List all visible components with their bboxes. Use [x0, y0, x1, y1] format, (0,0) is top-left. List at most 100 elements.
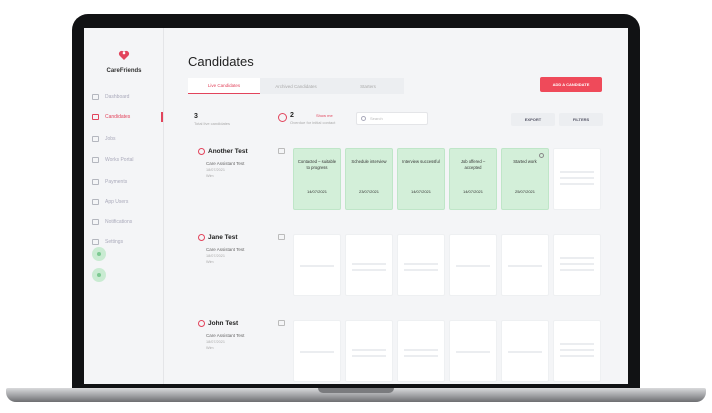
portal-icon [92, 157, 99, 163]
tab-archived-candidates[interactable]: Archived Candidates [260, 78, 332, 94]
stage-card-empty[interactable] [553, 234, 601, 296]
search-input[interactable]: Search [356, 112, 428, 125]
stage-label: Job offered – accepted [460, 159, 486, 170]
helper-button-secondary[interactable] [92, 268, 106, 282]
placeholder-line [560, 183, 594, 185]
placeholder-line [560, 269, 594, 271]
placeholder-line [404, 355, 438, 357]
stage-card[interactable]: Schedule interview 23/07/2021 [345, 148, 393, 210]
total-label: Total live candidates [194, 121, 231, 126]
stage-card[interactable]: Started work 25/07/2021 [501, 148, 549, 210]
placeholder-line [508, 351, 542, 353]
stage-label: Schedule interview [351, 159, 387, 164]
filters-button[interactable]: FILTERS [559, 113, 603, 126]
helper-button[interactable] [92, 247, 106, 261]
clock-icon [198, 234, 205, 241]
stage-date: 23/07/2021 [358, 189, 380, 194]
stage-card-empty[interactable] [293, 234, 341, 296]
placeholder-line [300, 351, 334, 353]
placeholder-line [300, 265, 334, 267]
candidate-role: Care Assistant Test [206, 247, 245, 252]
candidate-name-row: Jane Test [198, 234, 282, 241]
sidebar: CareFriends Dashboard Candidates Jobs Wo… [84, 28, 164, 384]
refresh-icon[interactable] [539, 153, 544, 158]
stage-card[interactable]: Contacted – suitable to progress 14/07/2… [293, 148, 341, 210]
notes-icon[interactable] [278, 148, 285, 154]
search-placeholder: Search [370, 116, 383, 121]
sidebar-item-app-users[interactable]: App Users [92, 197, 128, 207]
candidate-name-row: Another Test [198, 148, 282, 155]
candidate-name[interactable]: Another Test [208, 148, 248, 155]
placeholder-line [560, 171, 594, 173]
placeholder-line [508, 265, 542, 267]
sidebar-item-works-portal[interactable]: Works Portal [92, 155, 134, 165]
sidebar-item-label: Candidates [105, 114, 131, 120]
dashboard-icon [92, 94, 99, 100]
tab-starters[interactable]: Starters [332, 78, 404, 94]
candidate-name[interactable]: John Test [208, 320, 238, 327]
payments-icon [92, 179, 99, 185]
logo-text: CareFriends [106, 68, 142, 74]
logo[interactable]: CareFriends [102, 48, 146, 74]
stage-track [293, 234, 601, 296]
stage-card-empty[interactable] [501, 234, 549, 296]
stage-card-empty[interactable] [501, 320, 549, 382]
tab-live-candidates[interactable]: Live Candidates [188, 78, 260, 94]
stage-card-empty[interactable] [397, 234, 445, 296]
sidebar-item-dashboard[interactable]: Dashboard [92, 92, 129, 102]
bell-icon [92, 219, 99, 225]
clock-icon [278, 113, 287, 122]
placeholder-line [560, 343, 594, 345]
candidate-date: 18/07/2021 [206, 168, 226, 172]
stage-date: 14/07/2021 [462, 189, 484, 194]
main-content: Candidates Live Candidates Archived Cand… [164, 28, 628, 384]
placeholder-line [560, 263, 594, 265]
stage-label: Contacted – suitable to progress [297, 159, 337, 170]
jobs-icon [92, 136, 99, 142]
placeholder-line [404, 349, 438, 351]
add-candidate-button[interactable]: ADD A CANDIDATE [540, 77, 602, 92]
stage-card-empty[interactable] [449, 320, 497, 382]
candidate-location: Wim [206, 346, 214, 350]
candidate-location: Wim [206, 260, 214, 264]
overdue-label: Overdue for initial contact [290, 120, 336, 125]
sidebar-item-label: Works Portal [105, 157, 134, 163]
export-button[interactable]: EXPORT [511, 113, 555, 126]
stage-card[interactable]: Interview successful 14/07/2021 [397, 148, 445, 210]
notes-icon[interactable] [278, 320, 285, 326]
placeholder-line [560, 177, 594, 179]
stage-card[interactable]: Job offered – accepted 14/07/2021 [449, 148, 497, 210]
sidebar-item-label: Notifications [105, 219, 133, 225]
sidebar-item-label: Jobs [105, 136, 116, 142]
sidebar-item-payments[interactable]: Payments [92, 177, 127, 187]
show-me-link[interactable]: Show me [316, 113, 333, 118]
laptop-notch [318, 388, 394, 393]
sidebar-item-notifications[interactable]: Notifications [92, 217, 132, 227]
candidate-info: John Test Care Assistant Test 18/07/2021… [198, 320, 282, 350]
gear-icon [92, 239, 99, 245]
sidebar-item-label: Settings [105, 239, 124, 245]
sidebar-item-settings[interactable]: Settings [92, 237, 123, 247]
sidebar-item-jobs[interactable]: Jobs [92, 134, 116, 144]
stage-card-empty[interactable] [293, 320, 341, 382]
total-count: 3 [194, 113, 198, 120]
placeholder-line [352, 355, 386, 357]
placeholder-line [352, 269, 386, 271]
users-icon [92, 199, 99, 205]
stage-card-empty[interactable] [345, 320, 393, 382]
sidebar-item-candidates[interactable]: Candidates [92, 112, 130, 122]
stage-card-empty[interactable] [553, 320, 601, 382]
stage-card-empty[interactable] [553, 148, 601, 210]
placeholder-line [352, 349, 386, 351]
candidate-date: 18/07/2021 [206, 254, 226, 258]
notes-icon[interactable] [278, 234, 285, 240]
stage-card-empty[interactable] [397, 320, 445, 382]
candidate-location: Wim [206, 174, 214, 178]
candidate-name-row: John Test [198, 320, 282, 327]
total-candidates-stat: 3 Total live candidates [194, 113, 230, 126]
stage-card-empty[interactable] [345, 234, 393, 296]
candidate-info: Jane Test Care Assistant Test 18/07/2021… [198, 234, 282, 264]
candidate-name[interactable]: Jane Test [208, 234, 238, 241]
stage-date: 25/07/2021 [514, 189, 536, 194]
stage-card-empty[interactable] [449, 234, 497, 296]
